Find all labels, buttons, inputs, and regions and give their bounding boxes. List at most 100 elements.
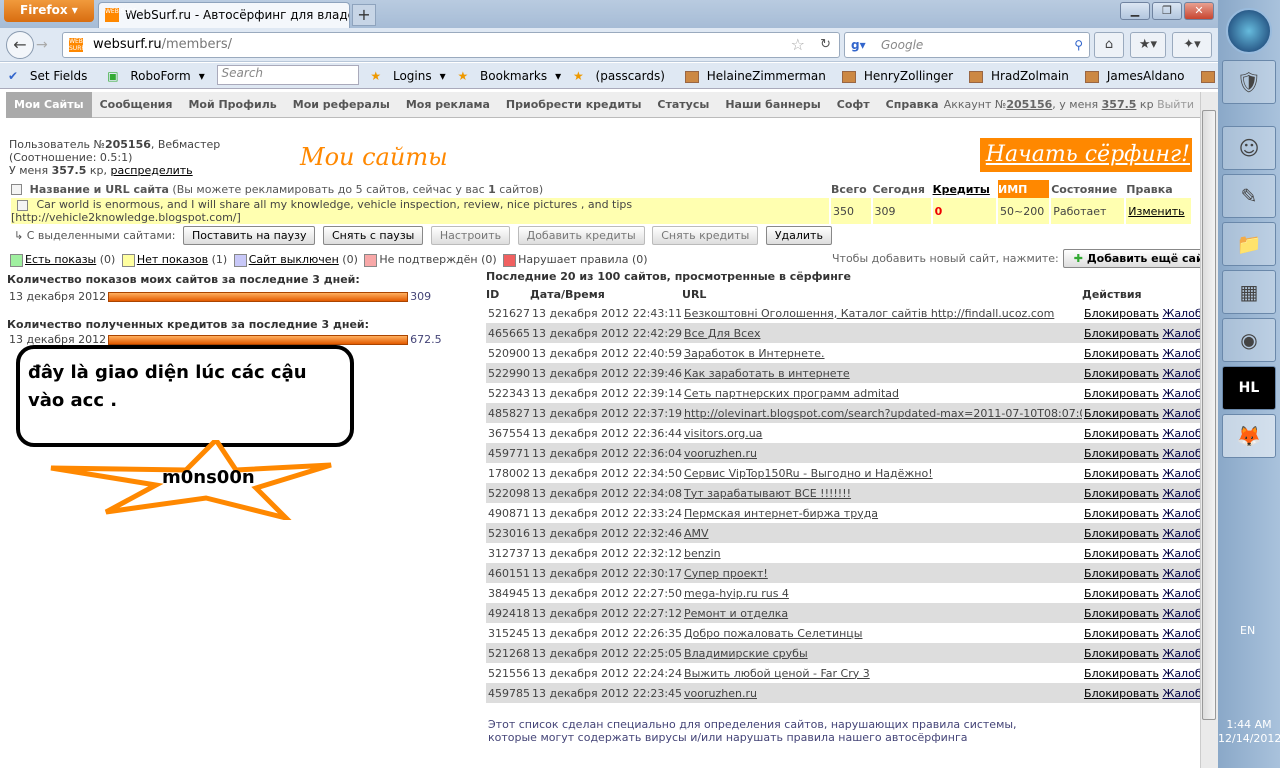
pause-button[interactable]: Поставить на паузу xyxy=(183,226,316,245)
block-link[interactable]: Блокировать xyxy=(1084,487,1159,500)
firefox-menu-button[interactable]: Firefox ▾ xyxy=(4,0,94,22)
menu-item[interactable]: Приобрести кредиты xyxy=(498,92,650,118)
close-button[interactable]: ✕ xyxy=(1184,2,1214,20)
history-url-link[interactable]: Как заработать в интернете xyxy=(684,367,850,380)
history-url-link[interactable]: benzin xyxy=(684,547,721,560)
bookmark-person[interactable]: HradZolmain xyxy=(969,69,1077,83)
start-button[interactable] xyxy=(1226,8,1272,54)
history-url-link[interactable]: http://olevinart.blogspot.com/search?upd… xyxy=(684,407,1082,420)
history-url-link[interactable]: Владимирские срубы xyxy=(684,647,808,660)
bookmarks-button[interactable]: ★▾ xyxy=(1130,32,1166,58)
restore-button[interactable]: ❐ xyxy=(1152,2,1182,20)
bookmarks-menu-button[interactable]: ★ Bookmarks ▾ xyxy=(457,69,561,83)
configure-button[interactable]: Настроить xyxy=(430,226,511,245)
roboform-button[interactable]: ▣ RoboForm ▾ xyxy=(107,69,205,83)
block-link[interactable]: Блокировать xyxy=(1084,567,1159,580)
taskbar-firefox[interactable]: 🦊 xyxy=(1222,414,1276,458)
bookmark-person[interactable]: JamesAldano xyxy=(1084,69,1193,83)
delete-button[interactable]: Удалить xyxy=(765,226,832,245)
menu-item[interactable]: Мои рефералы xyxy=(285,92,398,118)
balance-value[interactable]: 357.5 xyxy=(1102,98,1137,111)
taskbar-yahoo-messenger[interactable]: ☺ xyxy=(1222,126,1276,170)
menu-item[interactable]: Статусы xyxy=(649,92,717,118)
menu-item[interactable]: Справка xyxy=(878,92,947,118)
reload-icon[interactable]: ↻ xyxy=(820,33,831,57)
clock[interactable]: 1:44 AM 12/14/2012 xyxy=(1218,718,1280,746)
block-link[interactable]: Блокировать xyxy=(1084,447,1159,460)
legend-item[interactable]: Сайт выключен (0) xyxy=(231,253,358,267)
edit-site-link[interactable]: Изменить xyxy=(1128,205,1184,218)
block-link[interactable]: Блокировать xyxy=(1084,387,1159,400)
add-credits-button[interactable]: Добавить кредиты xyxy=(517,226,645,245)
add-site-button[interactable]: ✚ Добавить ещё сайт xyxy=(1062,249,1222,268)
taskbar-app-game[interactable]: 🛡 xyxy=(1222,60,1276,104)
scrollbar-thumb[interactable] xyxy=(1202,110,1216,720)
block-link[interactable]: Блокировать xyxy=(1084,307,1159,320)
block-link[interactable]: Блокировать xyxy=(1084,627,1159,640)
select-all-checkbox[interactable] xyxy=(11,184,22,195)
passcards-button[interactable]: ★ (passcards) xyxy=(573,69,673,83)
col-credits[interactable]: Кредиты xyxy=(933,183,990,196)
legend-item[interactable]: Есть показы (0) xyxy=(7,253,115,267)
history-url-link[interactable]: visitors.org.ua xyxy=(684,427,762,440)
history-url-link[interactable]: Все Для Всех xyxy=(684,327,760,340)
bookmark-person[interactable]: HelaineZimmerman xyxy=(684,69,834,83)
bookmark-star-icon[interactable]: ☆ xyxy=(791,33,805,57)
block-link[interactable]: Блокировать xyxy=(1084,527,1159,540)
roboform-search-input[interactable]: Search xyxy=(216,65,359,85)
block-link[interactable]: Блокировать xyxy=(1084,647,1159,660)
history-url-link[interactable]: Сервис VipTop150Ru - Выгодно и Надёжно! xyxy=(684,467,933,480)
history-url-link[interactable]: Выжить любой ценой - Far Cry 3 xyxy=(684,667,870,680)
history-url-link[interactable]: AMV xyxy=(684,527,709,540)
forward-button[interactable]: → xyxy=(36,37,48,53)
remove-credits-button[interactable]: Снять кредиты xyxy=(652,226,759,245)
block-link[interactable]: Блокировать xyxy=(1084,687,1159,700)
history-url-link[interactable]: Пермская интернет-биржа труда xyxy=(684,507,878,520)
menu-item[interactable]: Мои Сайты xyxy=(6,92,92,118)
menu-item[interactable]: Наши баннеры xyxy=(717,92,828,118)
unpause-button[interactable]: Снять с паузы xyxy=(322,226,424,245)
block-link[interactable]: Блокировать xyxy=(1084,667,1159,680)
taskbar-explorer[interactable]: 📁 xyxy=(1222,222,1276,266)
logins-button[interactable]: ★ Logins ▾ xyxy=(370,69,445,83)
home-button[interactable]: ⌂ xyxy=(1094,32,1124,58)
addon-button[interactable]: ✦▾ xyxy=(1172,32,1212,58)
logout-link[interactable]: Выйти xyxy=(1157,98,1194,111)
history-url-link[interactable]: vooruzhen.ru xyxy=(684,687,757,700)
site-checkbox[interactable] xyxy=(16,199,28,211)
search-icon[interactable]: ⚲ xyxy=(1074,33,1083,57)
back-button[interactable]: ← xyxy=(6,31,34,59)
new-tab-button[interactable]: + xyxy=(352,4,376,26)
menu-item[interactable]: Софт xyxy=(829,92,878,118)
language-indicator[interactable]: EN xyxy=(1240,624,1255,637)
history-url-link[interactable]: Ремонт и отделка xyxy=(684,607,788,620)
history-url-link[interactable]: Супер проект! xyxy=(684,567,768,580)
legend-item[interactable]: Нет показов (1) xyxy=(119,253,227,267)
taskbar-chrome[interactable]: ◉ xyxy=(1222,318,1276,362)
account-id[interactable]: 205156 xyxy=(1006,98,1052,111)
tab-websurf[interactable]: WEB SURF WebSurf.ru - Автосёрфинг для вла… xyxy=(98,2,350,28)
block-link[interactable]: Блокировать xyxy=(1084,367,1159,380)
block-link[interactable]: Блокировать xyxy=(1084,327,1159,340)
taskbar-calculator[interactable]: ▦ xyxy=(1222,270,1276,314)
taskbar-notepad[interactable]: ✎ xyxy=(1222,174,1276,218)
menu-item[interactable]: Моя реклама xyxy=(398,92,498,118)
taskbar-hl[interactable]: HL xyxy=(1222,366,1276,410)
block-link[interactable]: Блокировать xyxy=(1084,467,1159,480)
block-link[interactable]: Блокировать xyxy=(1084,427,1159,440)
history-url-link[interactable]: Сеть партнерских программ admitad xyxy=(684,387,899,400)
bookmark-person[interactable]: HenryZollinger xyxy=(841,69,961,83)
bookmark-person[interactable]: JamesOconnell xyxy=(1200,69,1218,83)
history-url-link[interactable]: Добро пожаловать Селетинцы xyxy=(684,627,862,640)
history-url-link[interactable]: mega-hyip.ru rus 4 xyxy=(684,587,789,600)
block-link[interactable]: Блокировать xyxy=(1084,587,1159,600)
block-link[interactable]: Блокировать xyxy=(1084,507,1159,520)
url-bar[interactable]: WEB SURF websurf.ru/members/ ☆ ↻ xyxy=(62,32,840,58)
history-url-link[interactable]: Безкоштовні Оголошення, Каталог сайтів h… xyxy=(684,307,1054,320)
history-url-link[interactable]: Заработок в Интернете. xyxy=(684,347,825,360)
block-link[interactable]: Блокировать xyxy=(1084,347,1159,360)
history-url-link[interactable]: Тут зарабатывают ВСЕ !!!!!!! xyxy=(684,487,851,500)
distribute-link[interactable]: распределить xyxy=(111,164,193,177)
menu-item[interactable]: Сообщения xyxy=(92,92,181,118)
block-link[interactable]: Блокировать xyxy=(1084,547,1159,560)
